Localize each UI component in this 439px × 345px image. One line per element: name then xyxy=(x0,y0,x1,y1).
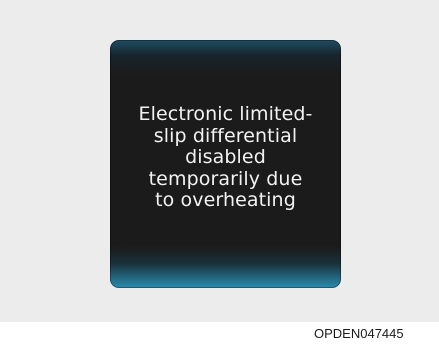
warning-message: Electronic limited- slip differential di… xyxy=(138,103,313,211)
figure-code: OPDEN047445 xyxy=(314,326,404,341)
cluster-display-screen: Electronic limited- slip differential di… xyxy=(110,40,341,288)
